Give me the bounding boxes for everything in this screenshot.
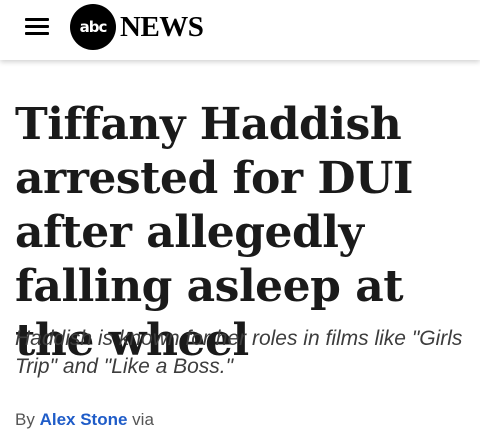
byline: By Alex Stone via — [15, 409, 154, 431]
hamburger-menu-icon-bar — [25, 25, 49, 28]
abc-news-logo[interactable]: abc NEWS — [70, 4, 204, 50]
article-dek: Haddish is known for her roles in films … — [15, 327, 463, 378]
hamburger-menu-icon — [25, 18, 49, 21]
author-link[interactable]: Alex Stone — [40, 410, 128, 429]
menu-button[interactable] — [20, 13, 54, 43]
news-logo-word: NEWS — [120, 10, 204, 43]
byline-suffix: via — [132, 410, 154, 429]
byline-prefix: By — [15, 410, 35, 429]
hamburger-menu-icon-bar — [25, 32, 49, 35]
site-header: abc NEWS — [0, 0, 480, 60]
abc-logo-circle: abc — [70, 4, 116, 50]
